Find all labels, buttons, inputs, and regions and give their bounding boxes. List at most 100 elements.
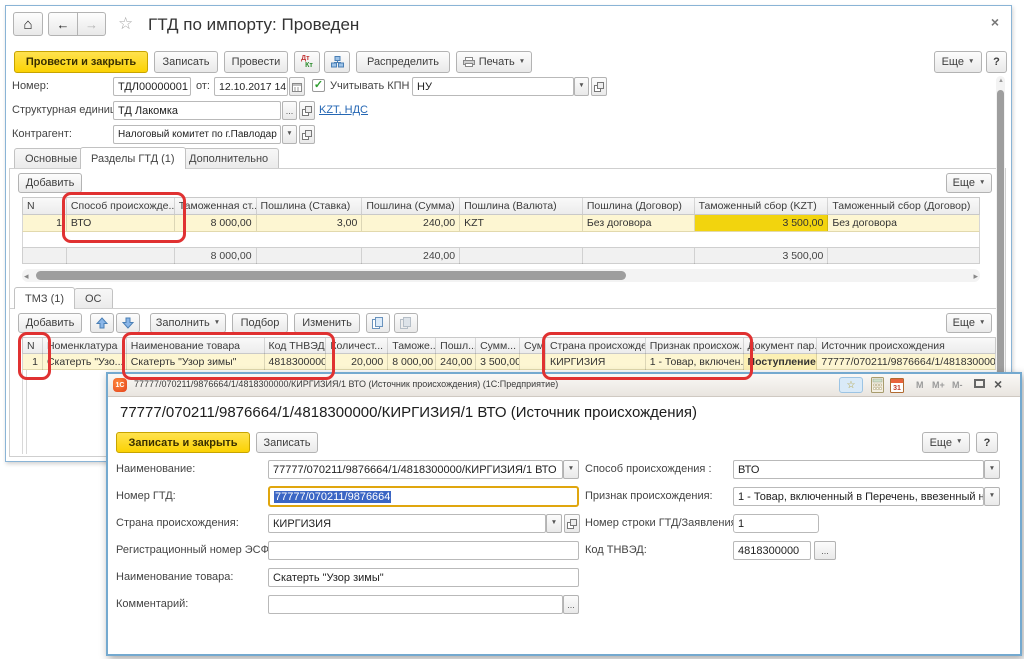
cell-n[interactable]: 1 xyxy=(23,215,67,231)
cell-duty-rate[interactable]: 3,00 xyxy=(257,215,363,231)
country-dropdown-button[interactable]: ▼ xyxy=(546,514,562,533)
cell-origin-method[interactable]: ВТО xyxy=(67,215,175,231)
date-input[interactable]: 12.10.2017 14:32:11 xyxy=(214,77,288,96)
scroll-up-icon[interactable]: ▲ xyxy=(998,78,1004,84)
tnved-code-select-button[interactable]: ... xyxy=(814,541,836,560)
esf-number-input[interactable] xyxy=(268,541,579,560)
cell-n[interactable]: 1 xyxy=(23,354,43,370)
copy-button[interactable] xyxy=(366,313,390,333)
save-button[interactable]: Записать xyxy=(256,432,318,453)
counterparty-dropdown-button[interactable]: ▼ xyxy=(282,125,297,144)
post-button[interactable]: Провести xyxy=(224,51,288,73)
dialog-help-button[interactable]: ? xyxy=(976,432,998,453)
edit-button[interactable]: Изменить xyxy=(294,313,360,333)
item-name-input[interactable]: Скатерть "Узор зимы" xyxy=(268,568,579,587)
cell-origin-sign[interactable]: 1 - Товар, включен... xyxy=(646,354,744,370)
favorites-badge-button[interactable]: ☆ xyxy=(839,377,863,393)
cell-duty-sum[interactable]: 240,00 xyxy=(362,215,460,231)
sections-more-button[interactable]: Еще▼ xyxy=(946,173,992,193)
cell-item-name[interactable]: Скатерть "Узор зимы" xyxy=(127,354,265,370)
scroll-left-icon[interactable]: ◂ xyxy=(24,271,29,282)
cell-fee-contract[interactable]: Без договора xyxy=(828,215,979,231)
cell-tnved-code[interactable]: 4818300000 xyxy=(265,354,327,370)
maximize-icon[interactable] xyxy=(974,379,985,388)
unit-select-button[interactable]: ... xyxy=(282,101,297,120)
origin-method-input[interactable]: ВТО xyxy=(733,460,984,479)
origin-sign-input[interactable]: 1 - Товар, включенный в Перечень, ввезен… xyxy=(733,487,984,506)
counterparty-input[interactable]: Налоговый комитет по г.Павлодар xyxy=(113,125,281,144)
hscroll-thumb[interactable] xyxy=(36,271,626,280)
number-input[interactable]: ТДЛ00000001 xyxy=(113,77,191,96)
tab-gtd-sections[interactable]: Разделы ГТД (1) xyxy=(80,147,186,169)
more-button[interactable]: Еще▼ xyxy=(934,51,982,73)
structure-button[interactable] xyxy=(324,51,350,73)
unit-open-button[interactable] xyxy=(299,101,315,120)
vscroll-thumb[interactable] xyxy=(997,90,1004,375)
kpn-dropdown-button[interactable]: ▼ xyxy=(574,77,589,96)
move-up-button[interactable] xyxy=(90,313,114,333)
memory-minus-button[interactable]: M- xyxy=(952,380,963,390)
cell-sum2[interactable] xyxy=(520,354,546,370)
unit-input[interactable]: ТД Лакомка xyxy=(113,101,281,120)
gtd-line-number-input[interactable]: 1 xyxy=(733,514,819,533)
comment-input[interactable] xyxy=(268,595,563,614)
add-item-button[interactable]: Добавить xyxy=(18,313,82,333)
calculator-button[interactable] xyxy=(871,377,884,393)
tab-additional[interactable]: Дополнительно xyxy=(178,148,279,168)
cell-customs[interactable]: 8 000,00 xyxy=(388,354,436,370)
calendar-button[interactable]: 31 xyxy=(890,377,904,393)
pick-button[interactable]: Подбор xyxy=(232,313,288,333)
tab-os[interactable]: ОС xyxy=(74,288,113,308)
memory-button[interactable]: M xyxy=(916,380,924,390)
calendar-picker-button[interactable] xyxy=(289,77,305,96)
memory-plus-button[interactable]: M+ xyxy=(932,380,945,390)
country-input[interactable]: КИРГИЗИЯ xyxy=(268,514,546,533)
dialog-titlebar[interactable]: 1С 77777/070211/9876664/1/4818300000/КИР… xyxy=(108,374,1020,397)
country-open-button[interactable] xyxy=(564,514,580,533)
cell-quantity[interactable]: 20,000 xyxy=(326,354,388,370)
dt-kt-entries-button[interactable]: ДтКт xyxy=(294,51,320,73)
cell-batch-doc[interactable]: Поступление ... xyxy=(744,354,818,370)
print-button[interactable]: Печать▼ xyxy=(456,51,532,73)
counterparty-open-button[interactable] xyxy=(299,125,315,144)
name-dropdown-button[interactable]: ▼ xyxy=(563,460,579,479)
post-and-close-button[interactable]: Провести и закрыть xyxy=(14,51,148,73)
save-button[interactable]: Записать xyxy=(154,51,218,73)
distribute-button[interactable]: Распределить xyxy=(356,51,450,73)
fill-button[interactable]: Заполнить▼ xyxy=(150,313,226,333)
origin-method-dropdown-button[interactable]: ▼ xyxy=(984,460,1000,479)
items-table-row[interactable]: 1 Скатерть "Узо... Скатерть "Узор зимы" … xyxy=(22,354,996,370)
items-more-button[interactable]: Еще▼ xyxy=(946,313,992,333)
origin-sign-dropdown-button[interactable]: ▼ xyxy=(984,487,1000,506)
cell-origin-source[interactable]: 77777/070211/9876664/1/4818300000/КИ xyxy=(817,354,995,370)
cell-origin-country[interactable]: КИРГИЗИЯ xyxy=(546,354,646,370)
add-section-button[interactable]: Добавить xyxy=(18,173,82,193)
cell-nomenclature[interactable]: Скатерть "Узо... xyxy=(43,354,127,370)
close-icon[interactable]: × xyxy=(994,376,1002,392)
kpn-checkbox[interactable]: ✓ xyxy=(312,79,325,92)
tnved-code-input[interactable]: 4818300000 xyxy=(733,541,811,560)
sections-table-hscrollbar[interactable]: ◂ ▸ xyxy=(22,269,980,282)
tab-main[interactable]: Основные xyxy=(14,148,88,168)
scroll-right-icon[interactable]: ▸ xyxy=(973,271,978,282)
cell-sum[interactable]: 3 500,00 xyxy=(476,354,520,370)
sections-table-row[interactable]: 1 ВТО 8 000,00 3,00 240,00 KZT Без догов… xyxy=(22,215,980,232)
back-button[interactable]: ← xyxy=(48,12,78,36)
cell-customs-value[interactable]: 8 000,00 xyxy=(175,215,257,231)
cell-fee-kzt[interactable]: 3 500,00 xyxy=(695,215,829,231)
paste-button[interactable] xyxy=(394,313,418,333)
help-button[interactable]: ? xyxy=(986,51,1007,73)
dialog-more-button[interactable]: Еще▼ xyxy=(922,432,970,453)
currency-vat-link[interactable]: KZT, НДС xyxy=(319,104,368,116)
move-down-button[interactable] xyxy=(116,313,140,333)
save-and-close-button[interactable]: Записать и закрыть xyxy=(116,432,250,453)
cell-duty-contract[interactable]: Без договора xyxy=(583,215,695,231)
home-button[interactable]: ⌂ xyxy=(13,12,43,36)
kpn-mode-input[interactable]: НУ xyxy=(412,77,574,96)
gtd-number-input[interactable]: 77777/070211/9876664 xyxy=(268,486,579,507)
favorite-star-icon[interactable]: ☆ xyxy=(118,14,133,34)
tab-tmz[interactable]: ТМЗ (1) xyxy=(14,287,75,309)
cell-duty-currency[interactable]: KZT xyxy=(460,215,583,231)
comment-select-button[interactable]: ... xyxy=(563,595,579,614)
name-input[interactable]: 77777/070211/9876664/1/4818300000/КИРГИЗ… xyxy=(268,460,563,479)
